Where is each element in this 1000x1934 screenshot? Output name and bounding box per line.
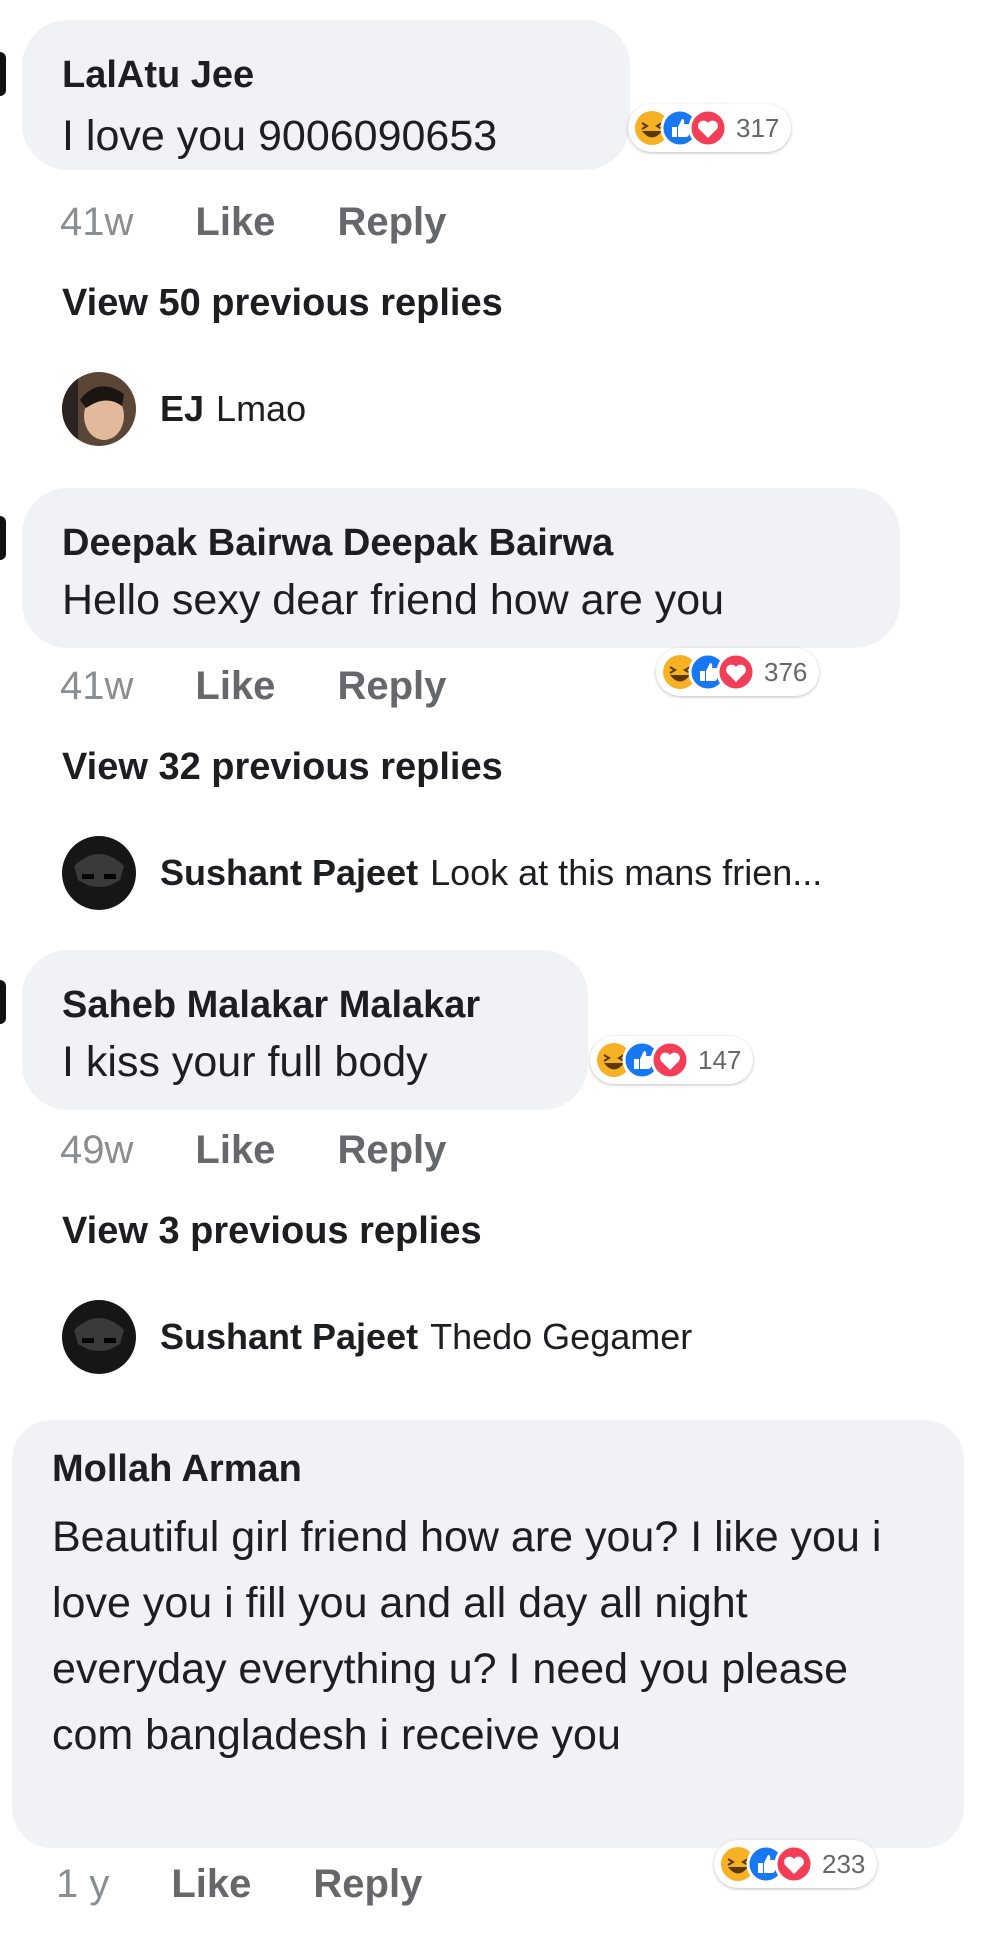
reaction-summary[interactable]: 317 xyxy=(628,104,792,152)
latest-reply[interactable]: Sushant Pajeet Thedo Gegamer xyxy=(62,1300,692,1374)
comment-text: Beautiful girl friend how are you? I lik… xyxy=(52,1513,882,1759)
reaction-icons xyxy=(597,1040,690,1080)
reaction-summary[interactable]: 147 xyxy=(590,1036,754,1084)
comment-meta: 41w Like Reply xyxy=(60,664,446,709)
avatar[interactable] xyxy=(62,836,136,910)
reply-author[interactable]: Sushant Pajeet xyxy=(160,1316,418,1358)
reply-author[interactable]: EJ xyxy=(160,388,204,430)
reaction-count: 233 xyxy=(822,1848,866,1879)
comment-time[interactable]: 49w xyxy=(60,1128,133,1172)
like-button[interactable]: Like xyxy=(195,664,275,708)
comment-meta: 1 y Like Reply xyxy=(56,1862,422,1907)
reply-author[interactable]: Sushant Pajeet xyxy=(160,852,418,894)
reaction-icons xyxy=(663,652,756,692)
like-button[interactable]: Like xyxy=(195,1128,275,1172)
thread-edge-marker xyxy=(0,980,6,1024)
thread-edge-marker xyxy=(0,52,6,96)
view-previous-replies-link[interactable]: View 32 previous replies xyxy=(62,746,503,789)
reply-button[interactable]: Reply xyxy=(337,664,446,708)
reaction-count: 317 xyxy=(736,112,780,143)
love-icon xyxy=(774,1844,814,1884)
comment-meta: 41w Like Reply xyxy=(60,200,446,245)
comment-author[interactable]: Mollah Arman xyxy=(52,1448,302,1491)
comment-time[interactable]: 41w xyxy=(60,664,133,708)
reply-button[interactable]: Reply xyxy=(337,200,446,244)
view-previous-replies-link[interactable]: View 3 previous replies xyxy=(62,1210,482,1253)
comment-author[interactable]: Deepak Bairwa Deepak Bairwa xyxy=(62,522,613,565)
love-icon xyxy=(688,108,728,148)
comment-text: I kiss your full body xyxy=(62,1038,428,1086)
avatar[interactable] xyxy=(62,372,136,446)
comment-author[interactable]: LalAtu Jee xyxy=(62,54,254,97)
reply-button[interactable]: Reply xyxy=(337,1128,446,1172)
avatar[interactable] xyxy=(62,1300,136,1374)
love-icon xyxy=(650,1040,690,1080)
comment-author[interactable]: Saheb Malakar Malakar xyxy=(62,984,480,1027)
reaction-count: 376 xyxy=(764,656,808,687)
reaction-count: 147 xyxy=(698,1044,742,1075)
comment-bubble: Saheb Malakar Malakar I kiss your full b… xyxy=(22,950,588,1110)
reaction-summary[interactable]: 376 xyxy=(656,648,820,696)
latest-reply[interactable]: EJ Lmao xyxy=(62,372,306,446)
like-button[interactable]: Like xyxy=(195,200,275,244)
view-previous-replies-link[interactable]: View 50 previous replies xyxy=(62,282,503,325)
reply-text: Look at this mans frien... xyxy=(430,852,823,893)
like-button[interactable]: Like xyxy=(171,1862,251,1906)
reply-text: Thedo Gegamer xyxy=(430,1316,693,1357)
comment-bubble: LalAtu Jee I love you 9006090653 xyxy=(22,20,630,170)
reaction-icons xyxy=(635,108,728,148)
comment-text: I love you 9006090653 xyxy=(62,112,498,160)
comment-time[interactable]: 1 y xyxy=(56,1862,109,1906)
reply-button[interactable]: Reply xyxy=(313,1862,422,1906)
reaction-summary[interactable]: 233 xyxy=(714,1840,878,1888)
comment-meta: 49w Like Reply xyxy=(60,1128,446,1173)
reaction-icons xyxy=(721,1844,814,1884)
comment-bubble: Mollah Arman Beautiful girl friend how a… xyxy=(12,1420,964,1848)
thread-edge-marker xyxy=(0,516,6,560)
love-icon xyxy=(716,652,756,692)
latest-reply[interactable]: Sushant Pajeet Look at this mans frien..… xyxy=(62,836,822,910)
comment-bubble: Deepak Bairwa Deepak Bairwa Hello sexy d… xyxy=(22,488,900,648)
comment-time[interactable]: 41w xyxy=(60,200,133,244)
comment-text: Hello sexy dear friend how are you xyxy=(62,576,725,624)
reply-text: Lmao xyxy=(216,388,307,429)
